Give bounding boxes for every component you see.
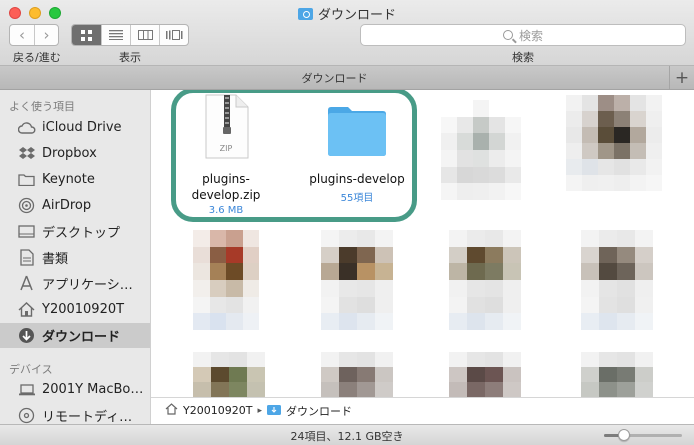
sidebar-item-applications[interactable]: アプリケーシ… bbox=[0, 271, 150, 296]
forward-button[interactable]: › bbox=[34, 25, 58, 45]
download-icon bbox=[17, 327, 36, 344]
file-grid: ZIP plugins- develop.zip 3.6 MB plugins-… bbox=[151, 90, 694, 397]
blurred-thumbnail bbox=[193, 352, 265, 397]
sidebar-item-keynote[interactable]: Keynote bbox=[0, 167, 150, 192]
favorites-header: よく使う項目 bbox=[9, 100, 75, 113]
sidebar-item-icloud-drive[interactable]: iCloud Drive bbox=[0, 115, 150, 140]
sidebar: よく使う項目 iCloud Drive Dropbox Keynote AirD… bbox=[0, 90, 151, 425]
devices-header: デバイス bbox=[9, 363, 53, 376]
sidebar-item-label: デスクトップ bbox=[42, 226, 121, 241]
airdrop-icon bbox=[17, 197, 36, 214]
sidebar-item-label: AirDrop bbox=[42, 198, 92, 213]
sidebar-item-macbook[interactable]: 2001Y MacBo… bbox=[0, 377, 150, 402]
disc-icon bbox=[17, 407, 36, 424]
downloads-folder-icon bbox=[297, 7, 313, 20]
desktop-icon bbox=[17, 223, 36, 240]
blurred-thumbnail bbox=[441, 100, 521, 200]
sidebar-item-documents[interactable]: 書類 bbox=[0, 245, 150, 270]
sidebar-item-downloads[interactable]: ダウンロード bbox=[0, 323, 150, 348]
sidebar-item-airdrop[interactable]: AirDrop bbox=[0, 193, 150, 218]
sidebar-item-label: Y20010920T bbox=[42, 302, 125, 317]
blurred-thumbnail bbox=[581, 352, 653, 397]
plus-icon: + bbox=[674, 67, 690, 88]
search-label: 検索 bbox=[512, 51, 534, 64]
view-label: 表示 bbox=[119, 51, 141, 64]
sidebar-item-label: Dropbox bbox=[42, 146, 97, 161]
toolbar: ダウンロード ‹ › 戻る/進む 表示 検索 検索 bbox=[0, 0, 694, 66]
slider-knob[interactable] bbox=[617, 429, 630, 441]
documents-icon bbox=[17, 249, 36, 266]
search-icon bbox=[502, 30, 513, 40]
sidebar-item-label: 書類 bbox=[42, 252, 69, 267]
sidebar-item-label: iCloud Drive bbox=[42, 120, 122, 135]
blurred-thumbnail bbox=[193, 230, 259, 330]
path-separator: ▸ bbox=[257, 405, 262, 416]
path-segment-home[interactable]: Y20010920T bbox=[183, 404, 252, 417]
sidebar-item-desktop[interactable]: デスクトップ bbox=[0, 219, 150, 244]
search-placeholder: 検索 bbox=[518, 28, 543, 43]
columns-icon bbox=[137, 30, 153, 40]
blurred-thumbnail bbox=[321, 352, 393, 397]
highlight-frame bbox=[171, 90, 417, 222]
nav-button-group: ‹ › bbox=[9, 24, 59, 46]
coverflow-icon bbox=[165, 30, 182, 40]
coverflow-view-button[interactable] bbox=[159, 25, 188, 45]
path-bar: Y20010920T ▸ ダウンロード bbox=[151, 397, 694, 423]
icon-view-button[interactable] bbox=[72, 25, 101, 45]
blurred-thumbnail bbox=[581, 230, 653, 330]
cloud-icon bbox=[17, 119, 36, 136]
sidebar-item-label: リモートディ… bbox=[42, 410, 133, 425]
window-title-text: ダウンロード bbox=[317, 8, 396, 23]
tab-bar: ダウンロード + bbox=[0, 66, 694, 90]
status-bar: 24項目、12.1 GB空き bbox=[0, 424, 694, 445]
window-title: ダウンロード bbox=[0, 4, 694, 23]
add-tab-button[interactable]: + bbox=[669, 66, 694, 89]
blurred-thumbnail bbox=[449, 230, 521, 330]
list-icon bbox=[109, 30, 123, 40]
column-view-button[interactable] bbox=[130, 25, 159, 45]
folder-icon bbox=[17, 171, 36, 188]
path-segment-downloads[interactable]: ダウンロード bbox=[286, 403, 352, 419]
chevron-left-icon: ‹ bbox=[19, 26, 25, 44]
nav-label: 戻る/進む bbox=[13, 51, 61, 64]
blurred-thumbnail bbox=[566, 95, 662, 191]
home-icon bbox=[17, 301, 36, 318]
back-button[interactable]: ‹ bbox=[10, 25, 34, 45]
home-icon bbox=[165, 403, 178, 418]
search-field[interactable]: 検索 bbox=[360, 24, 686, 46]
status-text: 24項目、12.1 GB空き bbox=[290, 430, 404, 443]
applications-icon bbox=[17, 275, 36, 292]
blurred-thumbnail bbox=[449, 352, 521, 397]
view-button-group bbox=[71, 24, 189, 46]
sidebar-item-dropbox[interactable]: Dropbox bbox=[0, 141, 150, 166]
grid-icon bbox=[81, 29, 92, 41]
sidebar-item-label: アプリケーシ… bbox=[42, 278, 133, 293]
finder-window: ダウンロード ‹ › 戻る/進む 表示 検索 検索 ダウンロード + よく使う項… bbox=[0, 0, 694, 445]
dropbox-icon bbox=[17, 145, 36, 162]
list-view-button[interactable] bbox=[101, 25, 130, 45]
icon-size-slider[interactable] bbox=[604, 429, 682, 441]
sidebar-item-label: 2001Y MacBo… bbox=[42, 382, 144, 397]
blurred-thumbnail bbox=[321, 230, 393, 330]
laptop-icon bbox=[17, 381, 36, 398]
sidebar-item-remote-disc[interactable]: リモートディ… bbox=[0, 403, 150, 425]
downloads-folder-icon bbox=[266, 404, 281, 418]
sidebar-item-home[interactable]: Y20010920T bbox=[0, 297, 150, 322]
sidebar-item-label: ダウンロード bbox=[42, 330, 121, 345]
tab-downloads[interactable]: ダウンロード bbox=[0, 66, 669, 89]
chevron-right-icon: › bbox=[43, 26, 50, 44]
sidebar-item-label: Keynote bbox=[42, 172, 95, 187]
